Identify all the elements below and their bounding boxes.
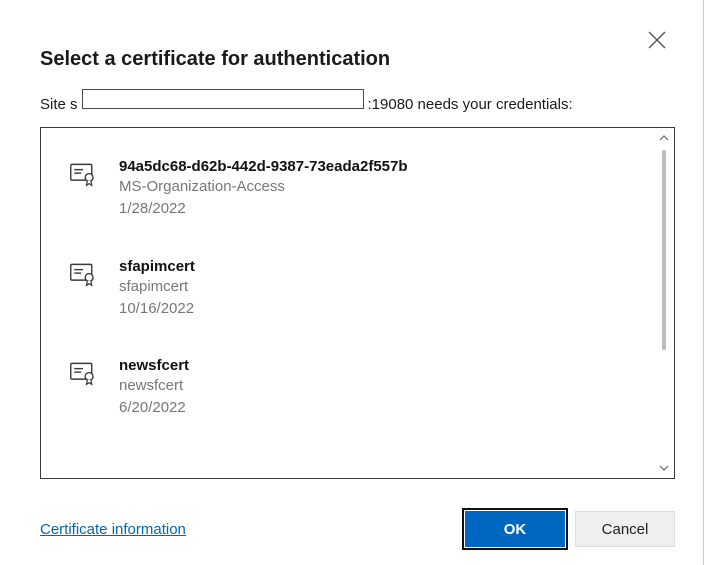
certificate-dialog: Select a certificate for authentication … xyxy=(0,0,704,565)
certificate-issuer: sfapimcert xyxy=(119,277,195,297)
redacted-hostname xyxy=(82,89,364,109)
certificate-item[interactable]: 94a5dc68-d62b-442d-9387-73eada2f557b MS-… xyxy=(69,148,648,248)
scroll-down-button[interactable] xyxy=(656,460,672,476)
certificate-issuer: newsfcert xyxy=(119,376,189,396)
close-button[interactable] xyxy=(645,28,669,52)
ok-button[interactable]: OK xyxy=(465,511,565,547)
certificate-icon xyxy=(69,359,97,387)
certificate-item[interactable]: sfapimcert sfapimcert 10/16/2022 xyxy=(69,248,648,348)
certificate-name: sfapimcert xyxy=(119,258,195,275)
certificate-name: newsfcert xyxy=(119,357,189,374)
certificate-date: 10/16/2022 xyxy=(119,299,195,319)
certificate-icon xyxy=(69,260,97,288)
site-credentials-text: Site s :19080 needs your credentials: xyxy=(40,89,675,113)
scroll-thumb[interactable] xyxy=(662,150,666,350)
chevron-down-icon xyxy=(659,463,669,473)
scroll-up-button[interactable] xyxy=(656,130,672,146)
certificate-item[interactable]: newsfcert newsfcert 6/20/2022 xyxy=(69,347,648,447)
site-suffix: :19080 needs your credentials: xyxy=(368,96,573,113)
certificate-information-link[interactable]: Certificate information xyxy=(40,521,186,538)
certificate-date: 1/28/2022 xyxy=(119,199,408,219)
close-icon xyxy=(645,28,669,52)
dialog-footer: Certificate information OK Cancel xyxy=(40,511,675,547)
site-prefix: Site s xyxy=(40,96,78,113)
certificate-name: 94a5dc68-d62b-442d-9387-73eada2f557b xyxy=(119,158,408,175)
certificate-list: 94a5dc68-d62b-442d-9387-73eada2f557b MS-… xyxy=(40,127,675,479)
cancel-button[interactable]: Cancel xyxy=(575,511,675,547)
certificate-icon xyxy=(69,160,97,188)
scrollbar[interactable] xyxy=(656,130,672,476)
dialog-title: Select a certificate for authentication xyxy=(40,48,675,71)
certificate-issuer: MS-Organization-Access xyxy=(119,177,408,197)
certificate-date: 6/20/2022 xyxy=(119,398,189,418)
chevron-up-icon xyxy=(659,133,669,143)
